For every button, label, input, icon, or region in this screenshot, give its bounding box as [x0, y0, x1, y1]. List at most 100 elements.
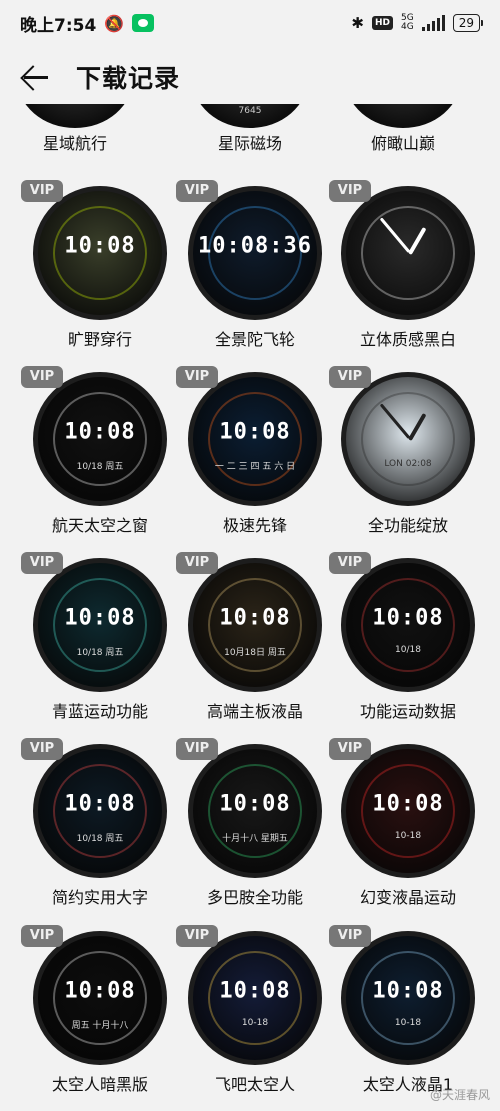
watch-face-date: 周五 十月十八 — [71, 1020, 129, 1031]
back-arrow-icon[interactable] — [16, 57, 66, 97]
watch-face-label: 全功能绽放 — [367, 516, 448, 535]
watch-face-label: 全景陀飞轮 — [214, 330, 295, 349]
watch-face-grid: 星域航行 7645 星际磁场 俯瞰山巅 10:08 VIP 旷野穿行 10:08:36… — [0, 104, 500, 1111]
status-bar: 晚上7:54 🔕 ✱ HD 5G 4G 29 — [0, 0, 500, 46]
vip-badge: VIP — [21, 738, 63, 760]
watermark: @天涯春风 — [429, 1088, 490, 1102]
watch-face-item[interactable]: 10:08 10/18 周五 VIP 航天太空之窗 — [21, 366, 175, 552]
watch-face-item[interactable]: 10:08 十月十八 星期五 VIP 多巴胺全功能 — [176, 738, 330, 924]
watch-face-label: 多巴胺全功能 — [206, 888, 303, 907]
watch-face-number: 7645 — [238, 106, 262, 116]
watch-face-preview[interactable]: 10:08:36 — [188, 186, 322, 320]
watch-face-date: 10-18 — [241, 1017, 269, 1028]
watch-face-date: 10-18 — [394, 830, 422, 841]
watch-face-item[interactable]: LON 02:08 VIP 全功能绽放 — [329, 366, 483, 552]
watch-face-item[interactable]: 10:08 VIP 旷野穿行 — [21, 180, 175, 366]
watch-face-preview[interactable]: 10:08 10-18 — [341, 744, 475, 878]
watch-face-label: 高端主板液晶 — [206, 702, 303, 721]
watch-face-preview[interactable]: 10:08 10月18日 周五 — [188, 558, 322, 692]
watch-face-preview[interactable]: 10:08 十月十八 星期五 — [188, 744, 322, 878]
watch-face-time: 10:08 — [219, 978, 291, 1004]
vip-badge: VIP — [176, 925, 218, 947]
partial-row: 星域航行 7645 星际磁场 俯瞰山巅 — [0, 104, 500, 164]
watch-face-date: 一 二 三 四 五 六 日 — [214, 461, 296, 472]
watch-face-date: 十月十八 星期五 — [222, 833, 288, 844]
watch-face-label: 星际磁场 — [217, 134, 282, 153]
bluetooth-icon: ✱ — [351, 14, 364, 32]
watch-face-item[interactable]: 10:08 10/18 VIP 功能运动数据 — [329, 552, 483, 738]
vip-badge: VIP — [21, 925, 63, 947]
page-title: 下载记录 — [76, 64, 181, 93]
watch-face-item[interactable]: 10:08 10-18 VIP 幻变液晶运动 — [329, 738, 483, 924]
vip-badge: VIP — [176, 552, 218, 574]
watch-face-date: 10/18 周五 — [76, 833, 124, 844]
watch-face-time: 10:08 — [372, 605, 444, 631]
watch-face-label: 俯瞰山巅 — [370, 134, 435, 153]
watch-face-time: 10:08 — [64, 978, 136, 1004]
vip-badge: VIP — [329, 552, 371, 574]
watch-face-item[interactable]: 10:08 周五 十月十八 VIP 太空人暗黑版 — [21, 925, 175, 1111]
watch-face-label: 航天太空之窗 — [51, 516, 148, 535]
watch-face-time: 10:08 — [372, 791, 444, 817]
watch-face-item[interactable]: 10:08 10/18 周五 VIP 简约实用大字 — [21, 738, 175, 924]
vip-badge: VIP — [21, 180, 63, 202]
watch-face-time: 10:08 — [64, 605, 136, 631]
vip-badge: VIP — [176, 180, 218, 202]
vip-badge: VIP — [329, 366, 371, 388]
wechat-icon — [132, 14, 155, 32]
header: 下载记录 — [0, 52, 500, 102]
vip-badge: VIP — [329, 925, 371, 947]
vip-badge: VIP — [176, 738, 218, 760]
watch-face-label: 简约实用大字 — [51, 888, 148, 907]
vip-badge: VIP — [329, 738, 371, 760]
watch-face-label: 幻变液晶运动 — [359, 888, 456, 907]
vip-badge: VIP — [329, 180, 371, 202]
watch-face-preview[interactable]: 10:08 10-18 — [341, 931, 475, 1065]
watch-face-label: 星域航行 — [42, 134, 107, 153]
watch-face-date: 10/18 — [395, 644, 421, 655]
watch-face-preview[interactable]: 7645 — [192, 104, 308, 128]
vip-badge: VIP — [21, 552, 63, 574]
watch-face-preview[interactable]: 10:08 10/18 — [341, 558, 475, 692]
watch-face-preview[interactable]: 10:08 10-18 — [188, 931, 322, 1065]
watch-face-item[interactable]: 10:08 10-18 VIP 太空人液晶1 — [329, 925, 483, 1111]
watch-face-label: 飞吧太空人 — [214, 1075, 295, 1094]
watch-face-item[interactable]: 10:08:36 VIP 全景陀飞轮 — [176, 180, 330, 366]
watch-face-label: 旷野穿行 — [67, 330, 132, 349]
watch-face-preview[interactable] — [345, 104, 461, 128]
watch-face-label: 太空人暗黑版 — [51, 1075, 148, 1094]
watch-face-preview[interactable]: 10:08 一 二 三 四 五 六 日 — [188, 372, 322, 506]
watch-face-preview[interactable] — [17, 104, 133, 128]
watch-face-time: 10:08 — [372, 978, 444, 1004]
status-time: 晚上7:54 — [20, 15, 97, 36]
watch-face-label: 极速先锋 — [222, 516, 287, 535]
watch-face-item[interactable]: 10:08 一 二 三 四 五 六 日 VIP 极速先锋 — [176, 366, 330, 552]
watch-face-preview[interactable]: 10:08 10/18 周五 — [33, 372, 167, 506]
watch-face-time: 10:08 — [64, 419, 136, 445]
watch-face-item[interactable]: 10:08 10/18 周五 VIP 青蓝运动功能 — [21, 552, 175, 738]
watch-face-date: 10/18 周五 — [76, 461, 124, 472]
watch-face-date: LON 02:08 — [384, 458, 432, 469]
vip-badge: VIP — [21, 366, 63, 388]
watch-face-date: 10/18 周五 — [76, 647, 124, 658]
hd-badge: HD — [372, 16, 394, 30]
watch-face-time: 10:08 — [64, 791, 136, 817]
watch-face-preview[interactable]: 10:08 10/18 周五 — [33, 558, 167, 692]
battery-indicator: 29 — [452, 14, 484, 32]
watch-face-item[interactable]: VIP 立体质感黑白 — [329, 180, 483, 366]
watch-face-preview[interactable]: 10:08 10/18 周五 — [33, 744, 167, 878]
watch-face-time: 10:08 — [219, 605, 291, 631]
watch-face-time: 10:08 — [219, 419, 291, 445]
watch-face-time: 10:08:36 — [198, 233, 312, 259]
watch-face-time: 10:08 — [219, 791, 291, 817]
watch-face-preview[interactable]: 10:08 周五 十月十八 — [33, 931, 167, 1065]
watch-face-item[interactable]: 10:08 10月18日 周五 VIP 高端主板液晶 — [176, 552, 330, 738]
watch-face-item[interactable]: 10:08 10-18 VIP 飞吧太空人 — [176, 925, 330, 1111]
watch-face-preview[interactable]: LON 02:08 — [341, 372, 475, 506]
vip-badge: VIP — [176, 366, 218, 388]
watch-face-preview[interactable] — [341, 186, 475, 320]
watch-face-label: 功能运动数据 — [359, 702, 456, 721]
watch-face-time: 10:08 — [64, 233, 136, 259]
watch-face-label: 立体质感黑白 — [359, 330, 456, 349]
watch-face-preview[interactable]: 10:08 — [33, 186, 167, 320]
